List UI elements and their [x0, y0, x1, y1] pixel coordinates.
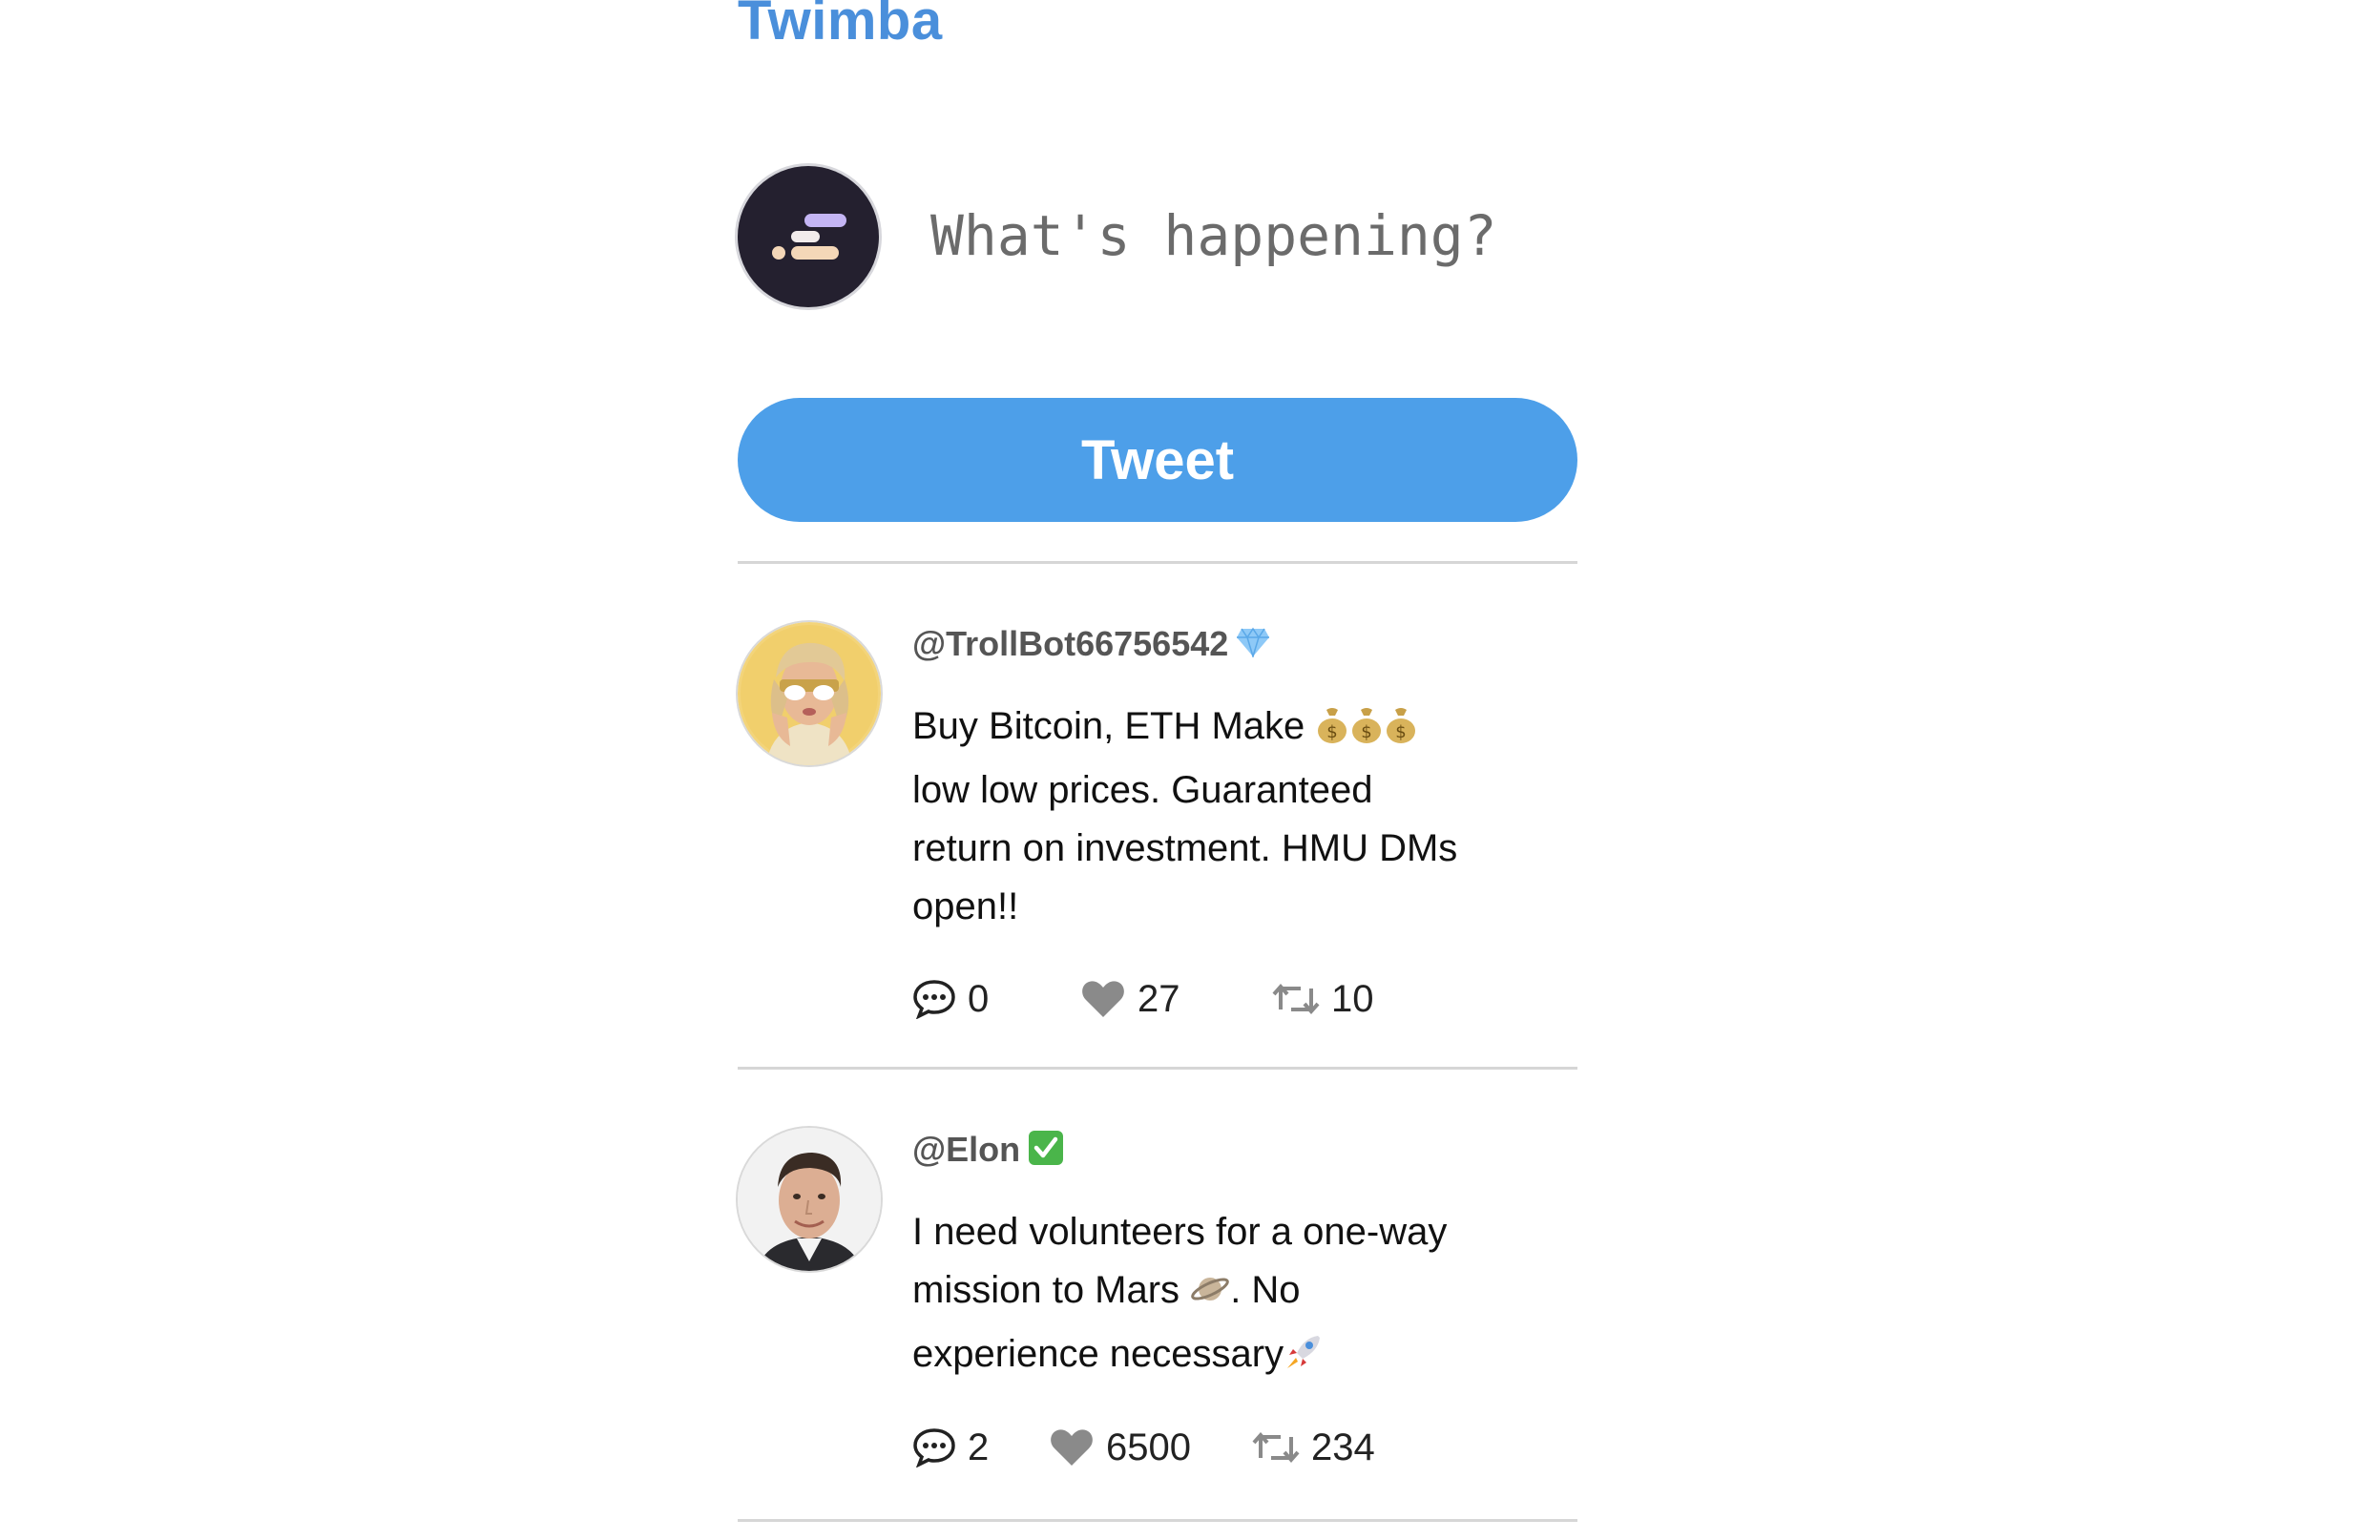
- check-mark-icon: [1028, 1130, 1064, 1171]
- divider: [738, 561, 1577, 564]
- money-bag-icon: $: [1384, 703, 1418, 761]
- retweet-icon: [1252, 1431, 1300, 1464]
- tweet-actions: 2 6500 234: [912, 1419, 1523, 1476]
- heart-icon: [1082, 981, 1124, 1017]
- diamond-icon: [1236, 627, 1270, 662]
- retweet-button[interactable]: 10: [1272, 970, 1374, 1028]
- tweet-handle[interactable]: @TrollBot66756542: [912, 624, 1228, 664]
- comment-icon: [913, 1428, 955, 1467]
- avatar-image: [738, 1128, 881, 1271]
- reply-count: 2: [968, 1426, 990, 1468]
- reply-count: 0: [968, 977, 990, 1020]
- tweet-content: @TrollBot66756542 Buy Bitcoin, ETH Make …: [912, 622, 1523, 936]
- like-button[interactable]: 27: [1080, 970, 1180, 1028]
- reply-button[interactable]: 0: [912, 970, 989, 1028]
- user-avatar: [738, 166, 879, 307]
- planet-icon: [1190, 1267, 1230, 1325]
- retweet-button[interactable]: 234: [1252, 1419, 1375, 1476]
- avatar[interactable]: [738, 1128, 881, 1271]
- avatar-image: [738, 622, 881, 765]
- retweet-count: 234: [1311, 1426, 1375, 1468]
- like-count: 6500: [1106, 1426, 1191, 1468]
- like-count: 27: [1138, 977, 1180, 1020]
- tweet-handle[interactable]: @Elon: [912, 1130, 1020, 1170]
- svg-text:$: $: [1362, 722, 1372, 742]
- app-title: Twimba: [738, 0, 943, 52]
- money-bag-icon: $: [1315, 703, 1349, 761]
- tweet-content: @Elon I need volunteers for a one-way mi…: [912, 1128, 1523, 1389]
- tweet-button[interactable]: Tweet: [738, 398, 1577, 522]
- svg-text:$: $: [1396, 722, 1407, 742]
- like-button[interactable]: 6500: [1049, 1419, 1191, 1476]
- tweet-text: Buy Bitcoin, ETH Make $ $ $ low low pric…: [912, 703, 1458, 927]
- retweet-icon: [1272, 983, 1320, 1015]
- svg-text:$: $: [1327, 722, 1338, 742]
- avatar[interactable]: [738, 622, 881, 765]
- rocket-icon: [1284, 1331, 1324, 1389]
- tweet-actions: 0 27 10: [912, 970, 1523, 1028]
- money-bag-icon: $: [1349, 703, 1384, 761]
- tweet-text: I need volunteers for a one-way mission …: [912, 1203, 1523, 1389]
- divider: [738, 1067, 1577, 1070]
- reply-button[interactable]: 2: [912, 1419, 989, 1476]
- composer: [738, 166, 1577, 311]
- comment-icon: [913, 980, 955, 1019]
- tweet-header: @Elon: [912, 1128, 1523, 1172]
- divider: [738, 1519, 1577, 1522]
- retweet-count: 10: [1331, 977, 1374, 1020]
- tweet-input[interactable]: [929, 187, 1562, 284]
- heart-icon: [1051, 1429, 1093, 1466]
- logo-icon: [772, 214, 846, 260]
- tweet-header: @TrollBot66756542: [912, 622, 1523, 666]
